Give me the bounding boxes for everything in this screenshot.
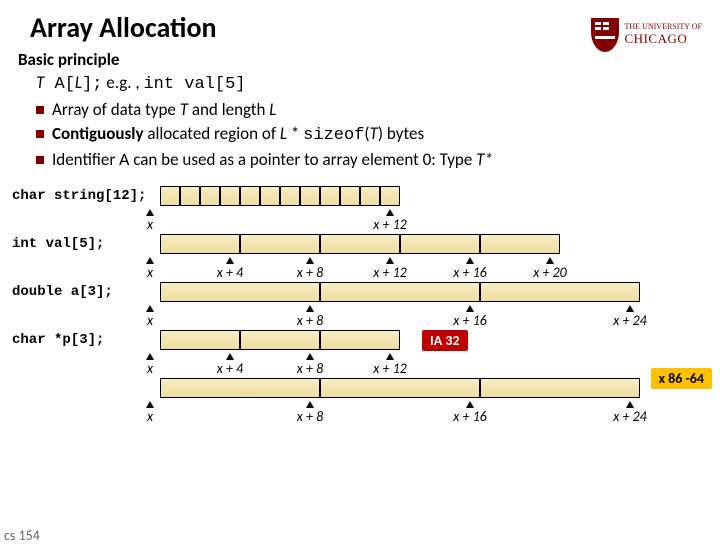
bar-int-val bbox=[160, 234, 720, 254]
bar-charptr-x8664 bbox=[160, 378, 720, 398]
bar-double-a bbox=[160, 282, 720, 302]
diagram-label-4: char *p[3]; bbox=[0, 332, 160, 348]
bullet-icon bbox=[36, 156, 44, 164]
ticks-3: xx + 8x + 16x + 24 bbox=[150, 306, 710, 326]
bullet-icon bbox=[36, 130, 44, 138]
badge-x8664: x 86 -64 bbox=[651, 368, 712, 389]
diagram-label-3: double a[3]; bbox=[0, 284, 160, 300]
shield-icon bbox=[591, 18, 619, 52]
diagram-label-2: int val[5]; bbox=[0, 236, 160, 252]
subheading: Basic principle bbox=[18, 49, 702, 72]
ticks-1: xx + 12 bbox=[150, 210, 710, 230]
bullet-3: Identifier A can be used as a pointer to… bbox=[36, 149, 702, 174]
ticks-4: xx + 4x + 8x + 12 bbox=[150, 354, 710, 374]
bullet-1: Array of data type T and length L bbox=[36, 99, 702, 122]
declaration-line: T A[L]; e.g. , int val[5] bbox=[36, 72, 702, 97]
ticks-2: xx + 4x + 8x + 12x + 16x + 20 bbox=[150, 258, 710, 278]
badge-ia32: IA 32 bbox=[422, 330, 468, 351]
bullet-2: Contiguously allocated region of L * siz… bbox=[36, 123, 702, 148]
bar-char-string bbox=[160, 186, 720, 206]
content-area: Basic principle T A[L]; e.g. , int val[5… bbox=[18, 49, 702, 174]
logo-line2: CHICAGO bbox=[625, 32, 702, 46]
diagram-label-1: char string[12]; bbox=[0, 188, 160, 204]
footer-course: cs 154 bbox=[4, 527, 40, 544]
ticks-5: xx + 8x + 16x + 24 bbox=[150, 402, 710, 422]
university-logo: THE UNIVERSITY OF CHICAGO bbox=[591, 18, 702, 52]
memory-diagrams: char string[12]; xx + 12 int val[5]; xx … bbox=[0, 182, 720, 422]
bullet-icon bbox=[36, 106, 44, 114]
